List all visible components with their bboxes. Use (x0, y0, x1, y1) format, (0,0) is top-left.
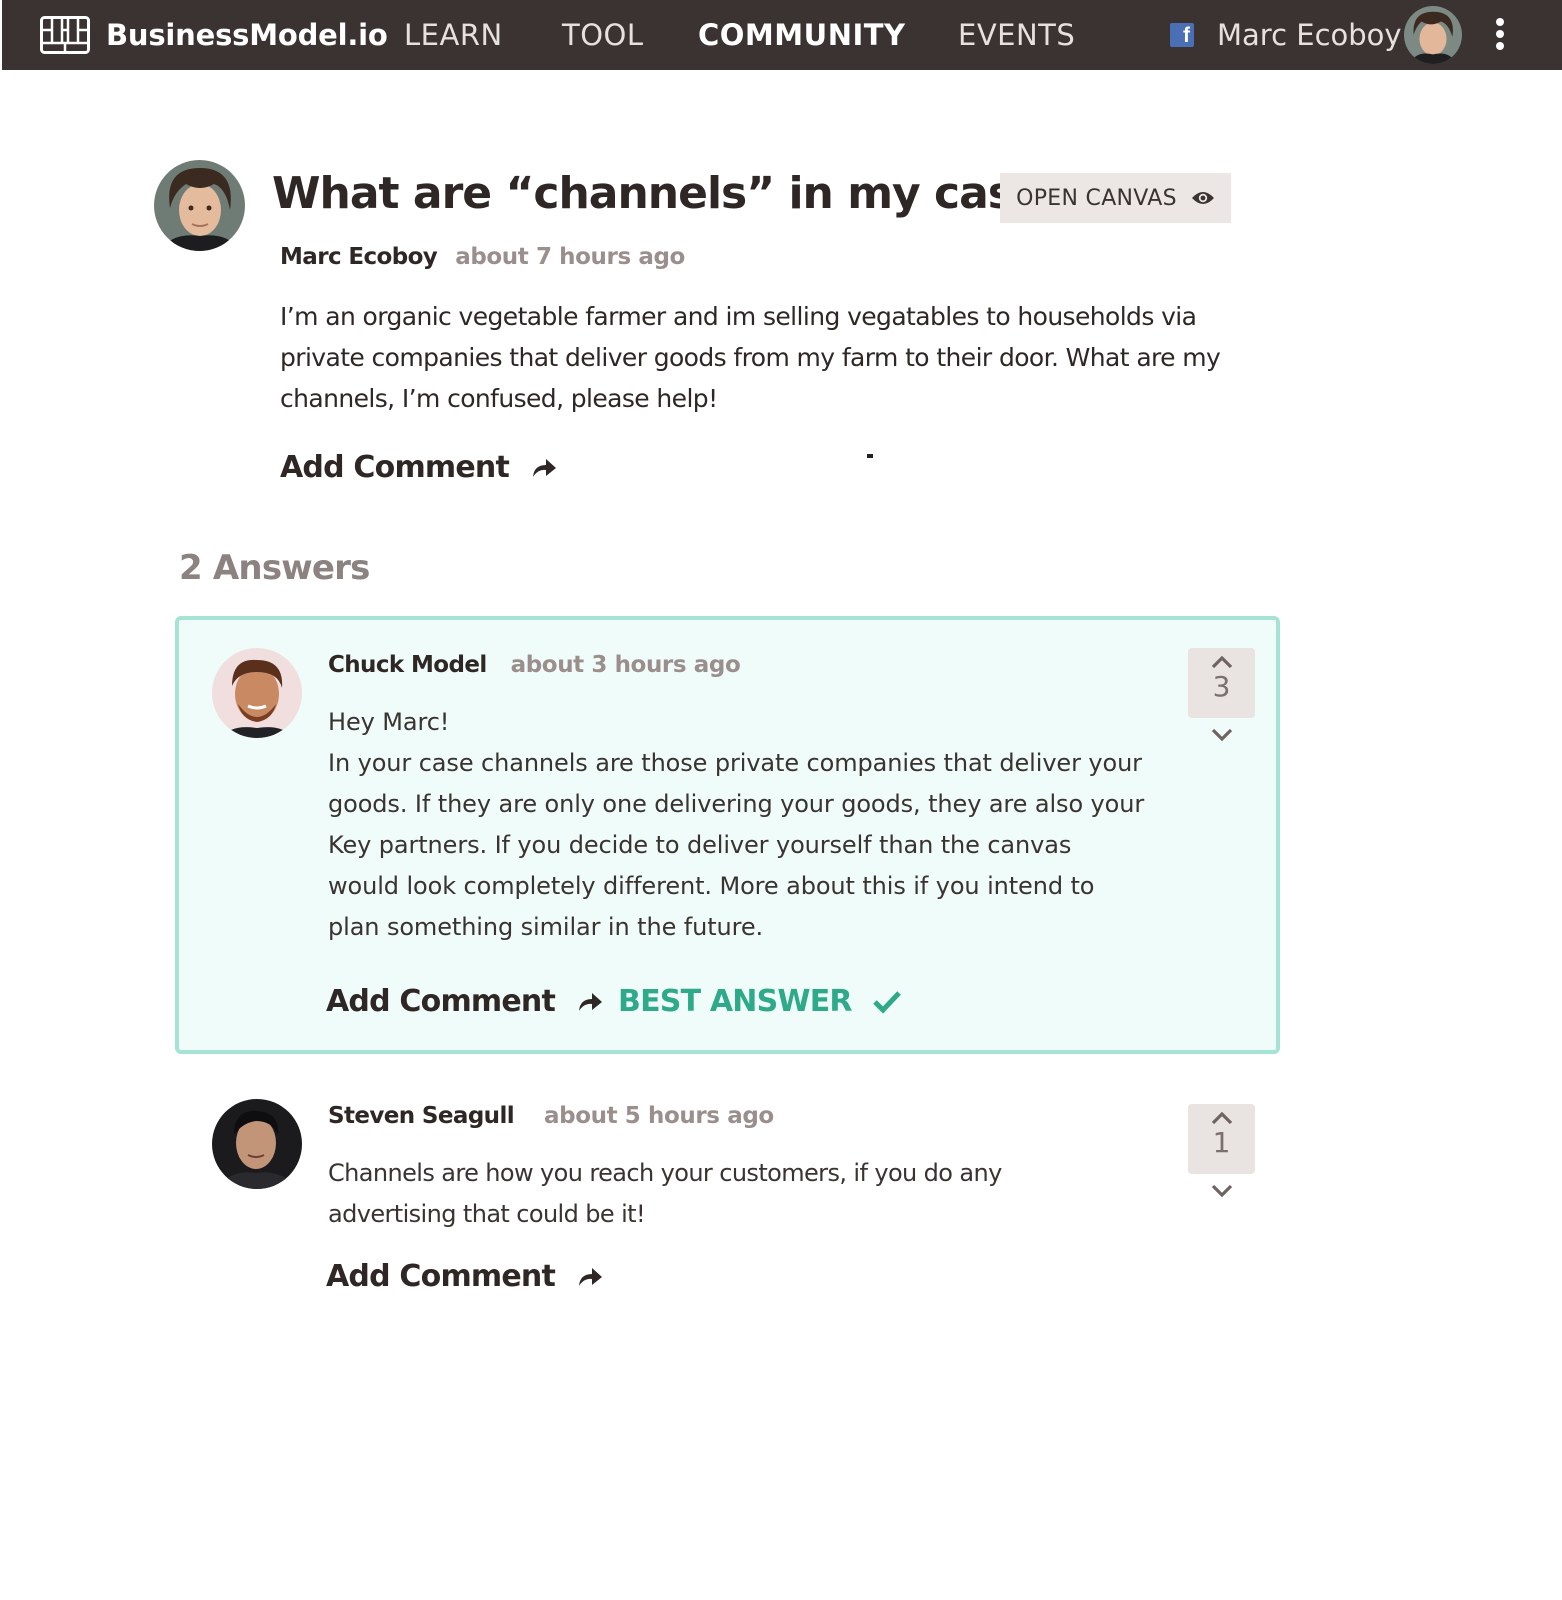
answer-body: Channels are how you reach your customer… (328, 1159, 1002, 1228)
checkmark-icon (872, 990, 901, 1014)
best-answer-label: BEST ANSWER (618, 984, 853, 1019)
add-comment-label: Add Comment (326, 1259, 556, 1294)
reply-arrow-icon (579, 992, 603, 1011)
eye-icon (1191, 192, 1214, 204)
nav-community[interactable]: COMMUNITY (698, 18, 906, 52)
chevron-down-icon[interactable] (1211, 728, 1233, 742)
add-comment-label: Add Comment (326, 984, 556, 1019)
open-canvas-label: OPEN CANVAS (1016, 185, 1177, 211)
answer-greeting: Hey Marc! (328, 708, 450, 736)
canvas-grid-logo-icon[interactable] (40, 16, 90, 54)
reply-arrow-icon (533, 458, 557, 477)
question-author-avatar[interactable] (154, 160, 245, 251)
vote-count: 1 (1212, 1126, 1231, 1159)
answers-count-heading: 2 Answers (179, 548, 370, 588)
vote-widget: 3 (1188, 648, 1255, 742)
more-vertical-icon[interactable] (1490, 18, 1510, 54)
answer-time: about 5 hours ago (544, 1103, 774, 1129)
answer-add-comment-button[interactable]: Add Comment (326, 1259, 603, 1294)
question-add-comment-button[interactable]: Add Comment (280, 450, 557, 485)
nav-user-name[interactable]: Marc Ecoboy (1217, 18, 1402, 52)
chevron-down-icon[interactable] (1211, 1184, 1233, 1198)
reply-arrow-icon (579, 1267, 603, 1286)
answer-author-avatar[interactable] (212, 1099, 302, 1189)
question-body: I’m an organic vegetable farmer and im s… (280, 302, 1221, 413)
answer-author[interactable]: Chuck Model (328, 652, 487, 678)
answer-meta: Steven Seagull about 5 hours ago (328, 1103, 774, 1129)
nav-user-avatar[interactable] (1404, 6, 1462, 64)
facebook-icon: f (1170, 23, 1194, 47)
question-title: What are “channels” in my case? (272, 168, 1067, 219)
nav-learn[interactable]: LEARN (404, 18, 503, 52)
vote-widget: 1 (1188, 1104, 1255, 1198)
stray-mark (867, 454, 873, 458)
answer-body: In your case channels are those private … (328, 749, 1145, 941)
answer-add-comment-button[interactable]: Add Comment (326, 984, 603, 1019)
brand-link[interactable]: BusinessModel.io (106, 18, 388, 52)
top-navbar: BusinessModel.io LEARN TOOL COMMUNITY EV… (2, 0, 1562, 70)
nav-events[interactable]: EVENTS (958, 18, 1075, 52)
question-time: about 7 hours ago (455, 244, 685, 270)
vote-count: 3 (1212, 670, 1231, 703)
question-author[interactable]: Marc Ecoboy (280, 244, 438, 270)
chevron-up-icon[interactable] (1211, 1111, 1233, 1125)
chevron-up-icon[interactable] (1211, 655, 1233, 669)
answer-author-avatar[interactable] (212, 648, 302, 738)
answer-meta: Chuck Model about 3 hours ago (328, 652, 741, 678)
best-answer-toggle[interactable]: BEST ANSWER (618, 984, 902, 1019)
question-meta: Marc Ecoboy about 7 hours ago (280, 244, 685, 270)
answer-author[interactable]: Steven Seagull (328, 1103, 515, 1129)
answer-time: about 3 hours ago (510, 652, 741, 678)
nav-tool[interactable]: TOOL (562, 18, 644, 52)
open-canvas-button[interactable]: OPEN CANVAS (1000, 173, 1231, 223)
add-comment-label: Add Comment (280, 450, 510, 485)
